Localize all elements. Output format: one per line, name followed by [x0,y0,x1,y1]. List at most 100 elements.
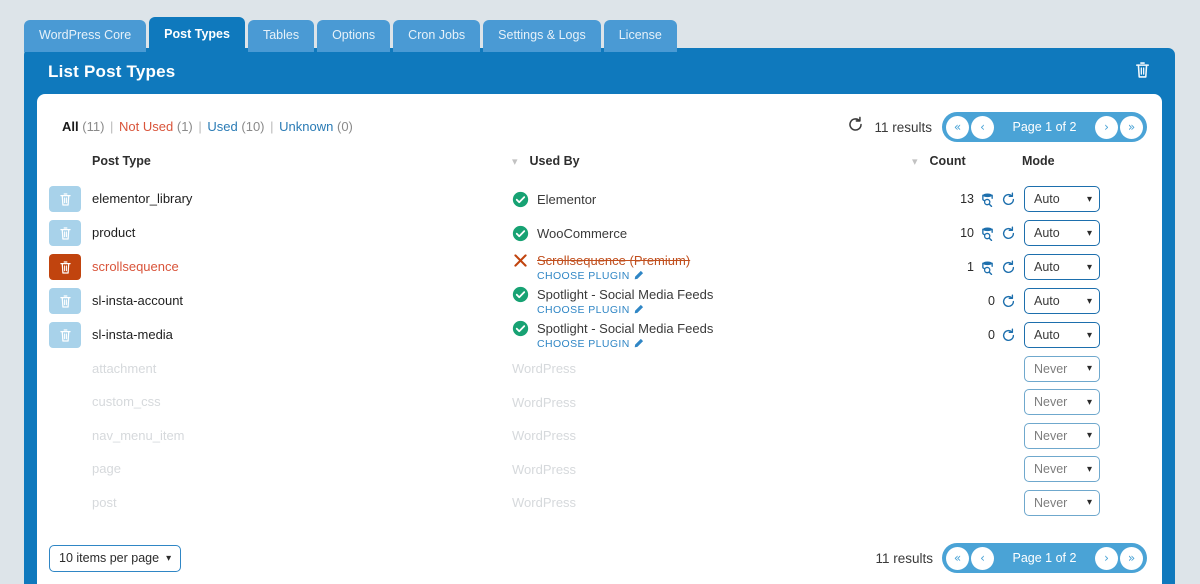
results-count-bottom: 11 results [875,550,933,566]
prev-page-button-top[interactable]: ‹ [971,115,994,139]
mode-select[interactable]: Auto ▾ [1024,322,1100,348]
cell-delete [37,182,92,216]
used-by-label: WordPress [512,428,577,444]
cell-mode: Auto ▾ [1022,182,1162,216]
last-page-button-bottom[interactable]: » [1120,546,1143,570]
cell-post-type: elementor_library [92,182,512,216]
pagination-top-prev-group: « ‹ [946,115,994,139]
first-page-button-top[interactable]: « [946,115,969,139]
sort-chevron-count-icon[interactable]: ▾ [912,155,930,168]
tab-license[interactable]: License [603,20,677,52]
mode-select[interactable]: Never ▾ [1024,422,1100,449]
edit-pencil-icon[interactable] [634,304,644,317]
cell-count [912,486,1022,520]
prev-page-button-bottom[interactable]: ‹ [971,546,994,570]
next-page-button-top[interactable]: › [1095,115,1118,139]
chevron-down-icon: ▾ [1086,430,1092,442]
mode-select[interactable]: Auto ▾ [1024,288,1100,314]
post-type-name: product [92,225,136,240]
tab-wordpress-core[interactable]: WordPress Core [24,20,147,52]
cell-delete [37,386,92,420]
row-refresh-icon[interactable] [1001,226,1016,241]
edit-pencil-icon[interactable] [634,270,644,283]
status-ok-icon [512,191,529,208]
column-header-post-type[interactable]: Post Type [92,146,512,182]
edit-pencil-icon[interactable] [634,338,644,351]
chevron-down-icon: ▾ [166,552,172,564]
table-row: post WordPress Never ▾ [37,486,1162,520]
tab-tables[interactable]: Tables [247,20,315,52]
cell-count: 0 [912,284,1022,318]
delete-row-button[interactable] [49,220,81,246]
choose-plugin-label: CHOOSE PLUGIN [537,304,630,316]
choose-plugin-link[interactable]: CHOOSE PLUGIN [537,338,912,351]
items-per-page-select[interactable]: 10 items per page ▾ [49,544,182,572]
used-by-label: WordPress [512,361,577,377]
delete-row-button[interactable] [49,288,81,314]
cell-count: 10 [912,216,1022,250]
table-footer: 10 items per page ▾ 11 results « ‹ Page … [37,532,1162,584]
column-header-used-by[interactable]: ▾ Used By [512,146,912,182]
table-row: scrollsequence Scrollsequence (Premium) CH… [37,250,1162,284]
inspect-records-icon[interactable] [980,192,995,207]
next-page-button-bottom[interactable]: › [1095,546,1118,570]
row-refresh-icon[interactable] [1001,260,1016,275]
column-header-mode: Mode [1022,154,1055,168]
panel-header: List Post Types [24,48,1175,96]
post-type-name: post [92,494,117,510]
choose-plugin-link[interactable]: CHOOSE PLUGIN [537,304,912,317]
row-refresh-icon[interactable] [1001,192,1016,207]
count-value: 13 [960,192,974,206]
mode-select[interactable]: Never ▾ [1024,389,1100,416]
first-page-button-bottom[interactable]: « [946,546,969,570]
cell-used-by: WordPress [512,352,912,386]
column-header-count[interactable]: ▾ Count [912,146,1022,182]
cell-used-by: WooCommerce [512,216,912,250]
row-refresh-icon[interactable] [1001,328,1016,343]
post-type-name: elementor_library [92,191,193,206]
items-per-page-label: 10 items per page [59,551,160,565]
mode-select[interactable]: Never ▾ [1024,489,1100,516]
mode-select[interactable]: Never ▾ [1024,456,1100,483]
filter-not-used[interactable]: Not Used [119,119,173,134]
mode-value: Auto [1034,192,1060,206]
mode-select[interactable]: Auto ▾ [1024,220,1100,246]
mode-select[interactable]: Auto ▾ [1024,186,1100,212]
filter-used[interactable]: Used [207,119,237,134]
row-refresh-icon[interactable] [1001,294,1016,309]
chevron-down-icon: ▾ [1086,396,1092,408]
tab-options[interactable]: Options [317,20,391,52]
column-header-delete [37,146,92,182]
delete-all-icon[interactable] [1134,61,1151,84]
cell-delete [37,352,92,386]
delete-row-button[interactable] [49,322,81,348]
filter-unknown[interactable]: Unknown [279,119,333,134]
tab-cron-jobs[interactable]: Cron Jobs [393,20,481,52]
inspect-records-icon[interactable] [980,260,995,275]
cell-delete [37,486,92,520]
filter-all[interactable]: All [62,119,79,134]
chevron-down-icon: ▾ [1086,227,1092,239]
sort-chevron-used-by-icon[interactable]: ▾ [512,155,530,168]
tab-settings-logs[interactable]: Settings & Logs [483,20,601,52]
choose-plugin-link[interactable]: CHOOSE PLUGIN [537,270,912,283]
cell-mode: Auto ▾ [1022,318,1162,352]
last-page-button-top[interactable]: » [1120,115,1143,139]
used-by-label: WordPress [512,495,577,511]
pagination-bottom-next-group: › » [1095,546,1143,570]
post-type-name: sl-insta-media [92,327,173,342]
delete-row-button[interactable] [49,186,81,212]
pagination-bottom: « ‹ Page 1 of 2 › » [942,543,1147,573]
mode-select[interactable]: Never ▾ [1024,355,1100,382]
cell-delete [37,216,92,250]
delete-row-button[interactable] [49,254,81,280]
used-by-label: WordPress [512,394,577,410]
mode-select[interactable]: Auto ▾ [1024,254,1100,280]
refresh-icon[interactable] [847,116,864,138]
table-row: sl-insta-media Spotlight - Social Media F… [37,318,1162,352]
mode-value: Never [1034,495,1068,510]
tab-post-types[interactable]: Post Types [149,17,245,52]
inspect-records-icon[interactable] [980,226,995,241]
cell-post-type: sl-insta-media [92,318,512,352]
table-row: nav_menu_item WordPress Never ▾ [37,419,1162,453]
